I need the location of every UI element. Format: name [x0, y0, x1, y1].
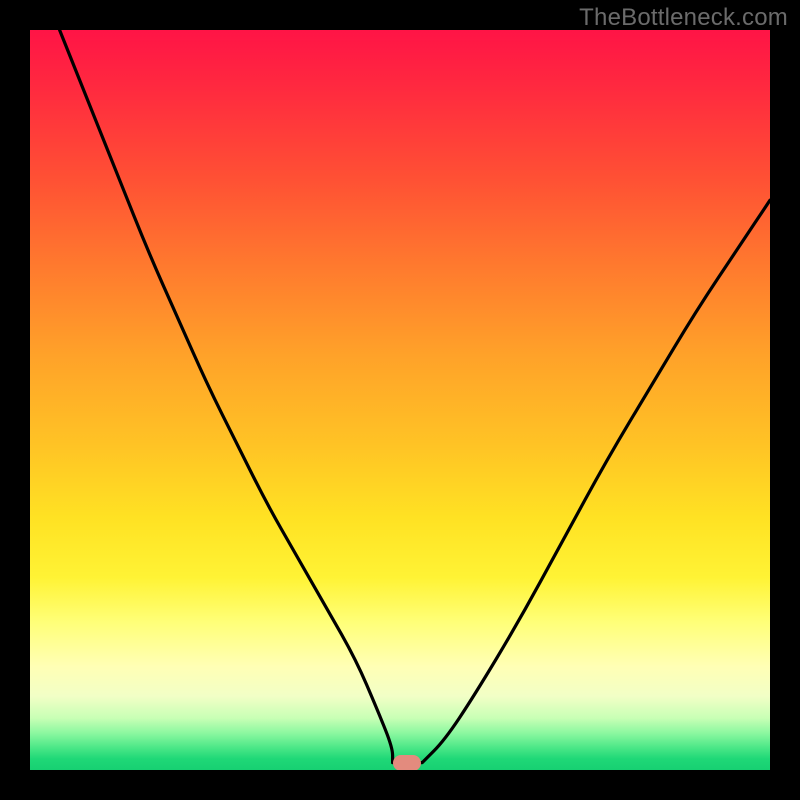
optimal-point-marker	[393, 755, 421, 770]
plot-area	[30, 30, 770, 770]
bottleneck-curve	[30, 30, 770, 770]
curve-path	[60, 30, 770, 763]
watermark-text: TheBottleneck.com	[579, 4, 788, 32]
chart-frame: TheBottleneck.com	[0, 0, 800, 800]
